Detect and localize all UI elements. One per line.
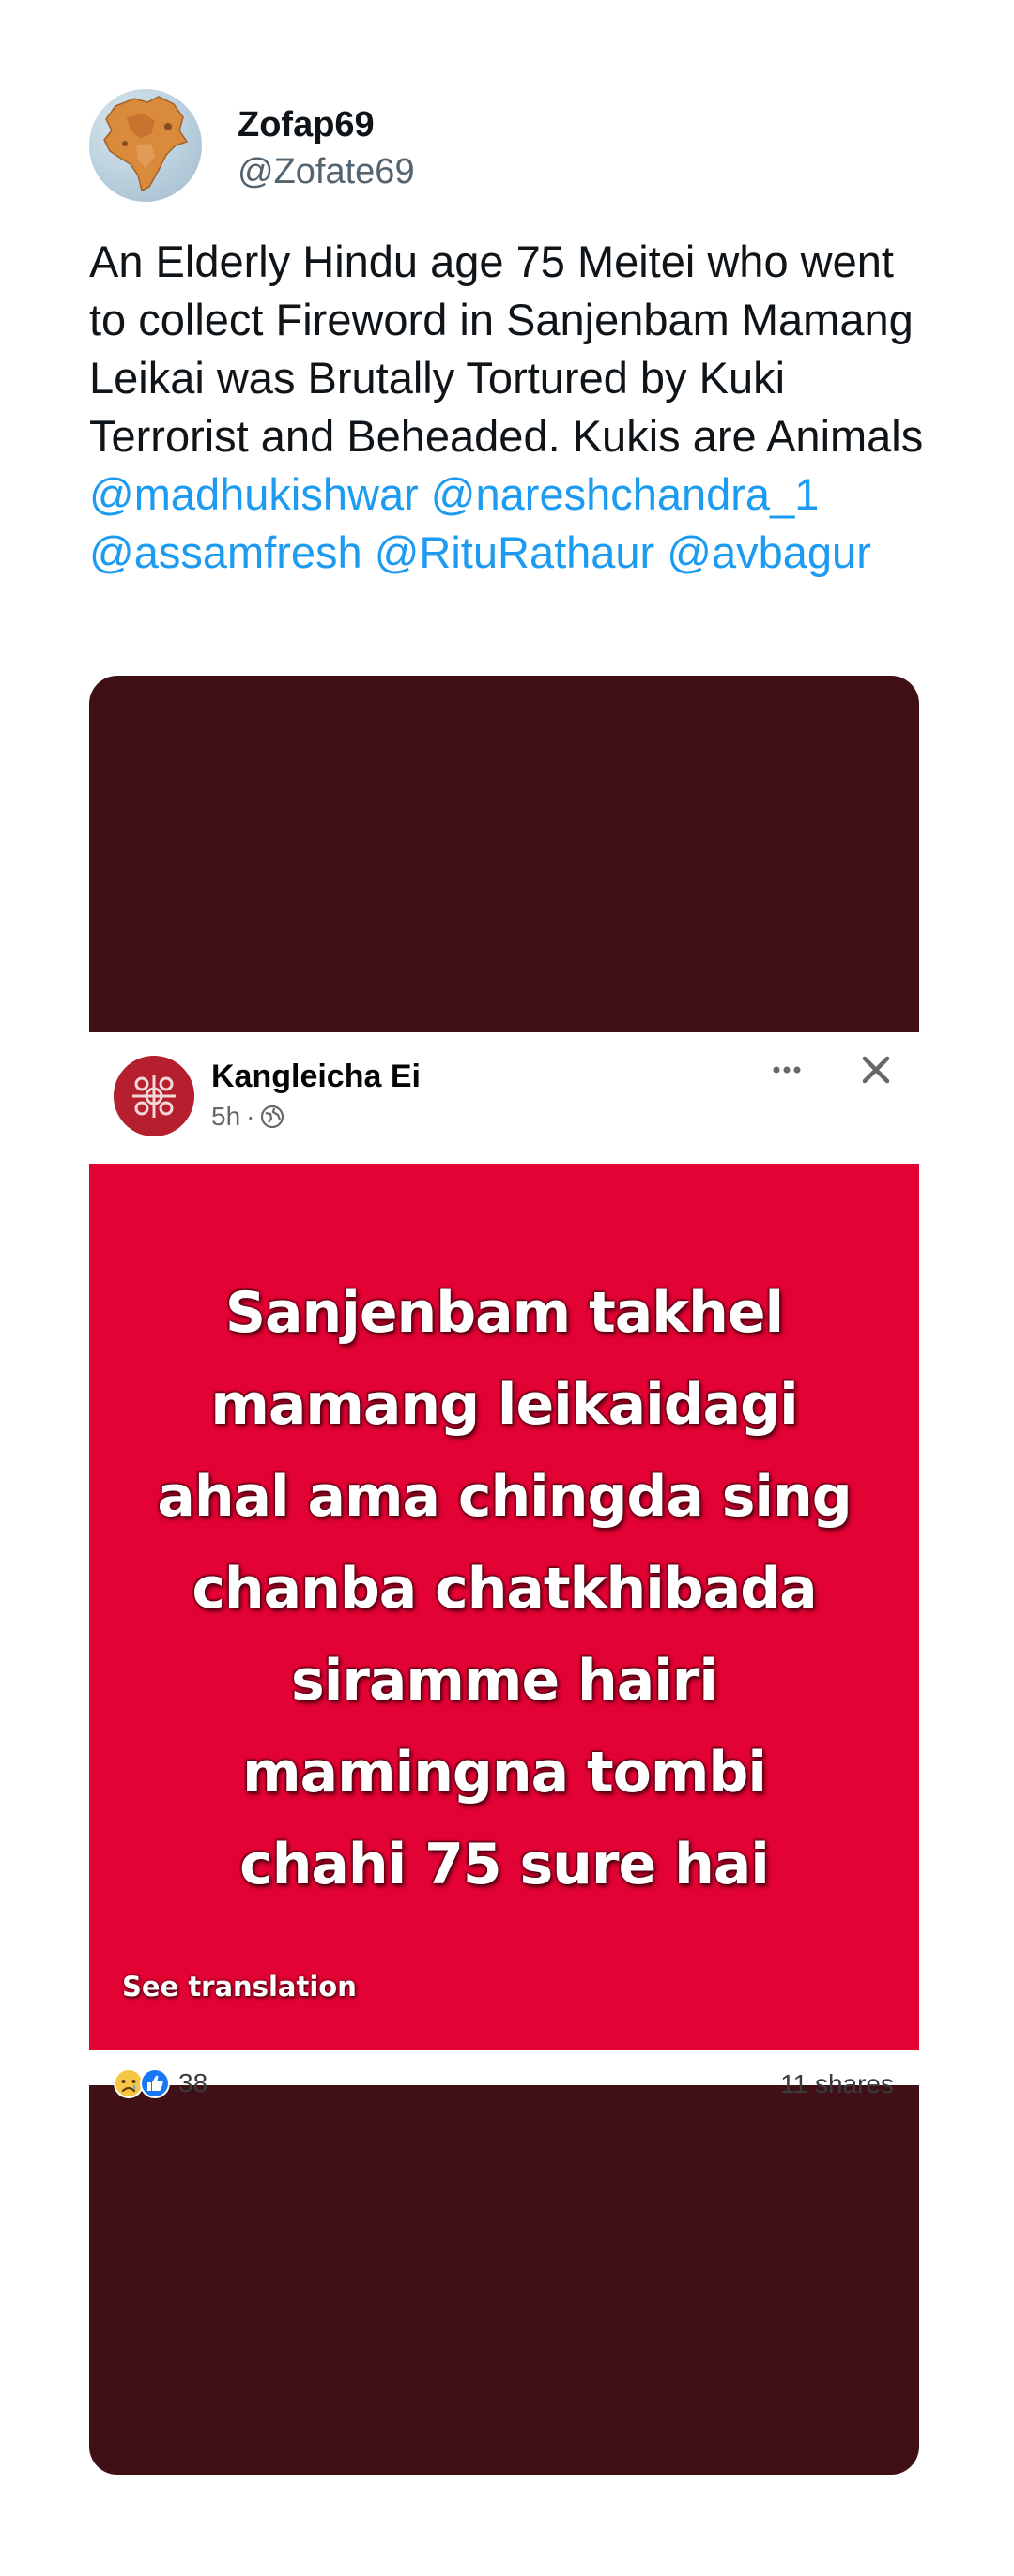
tweet-text: An Elderly Hindu age 75 Meitei who went … xyxy=(89,233,934,582)
post-image-text-line: mamang leikaidagi xyxy=(210,1372,798,1438)
name-block: Zofap69 @Zofate69 xyxy=(238,98,415,193)
more-dots-icon xyxy=(773,1066,801,1074)
page-logo-icon xyxy=(114,1056,194,1136)
post-image-text: Sanjenbam takhel mamang leikaidagi ahal … xyxy=(89,1267,919,1911)
post-time: 5h xyxy=(211,1102,241,1131)
post-image-text-line: chahi 75 sure hai xyxy=(239,1832,770,1898)
like-reaction-icon xyxy=(140,2068,170,2098)
mention-link[interactable]: @RituRathaur xyxy=(375,527,655,577)
close-icon xyxy=(862,1056,890,1084)
mention-link[interactable]: @avbagur xyxy=(667,527,871,577)
page-name: Kangleicha Ei xyxy=(211,1059,421,1094)
reactions: 38 xyxy=(113,2067,207,2099)
post-footer: 38 11 shares xyxy=(89,2050,919,2098)
tweet-media[interactable]: Kangleicha Ei 5h · Sanjenbam takhel mama… xyxy=(89,676,919,2475)
globe-icon xyxy=(261,1105,284,1129)
user-handle[interactable]: @Zofate69 xyxy=(238,150,415,193)
user-avatar[interactable] xyxy=(89,89,202,202)
post-image-text-line: ahal ama chingda sing xyxy=(157,1464,852,1530)
see-translation-link: See translation xyxy=(122,1971,357,2003)
post-meta: 5h · xyxy=(211,1102,284,1132)
display-name[interactable]: Zofap69 xyxy=(238,103,415,146)
post-image-text-line: siramme hairi xyxy=(291,1648,718,1714)
reaction-count: 38 xyxy=(178,2068,208,2097)
meta-separator: · xyxy=(246,1102,255,1131)
mention-link[interactable]: @madhukishwar xyxy=(89,469,419,519)
share-count: 11 shares xyxy=(780,2069,894,2098)
post-image: Sanjenbam takhel mamang leikaidagi ahal … xyxy=(89,1164,919,2050)
post-image-text-line: chanba chatkhibada xyxy=(192,1556,817,1622)
post-image-text-line: mamingna tombi xyxy=(242,1740,767,1806)
tweet-text-body: An Elderly Hindu age 75 Meitei who went … xyxy=(89,236,924,461)
page-avatar xyxy=(114,1056,194,1136)
tweet-header: Zofap69 @Zofate69 xyxy=(89,89,415,202)
india-map-avatar-icon xyxy=(103,96,189,192)
post-image-text-line: Sanjenbam takhel xyxy=(224,1280,784,1346)
mention-link[interactable]: @nareshchandra_1 xyxy=(431,469,820,519)
facebook-post-header: Kangleicha Ei 5h · xyxy=(89,1032,919,1161)
facebook-post-screenshot: Kangleicha Ei 5h · Sanjenbam takhel mama… xyxy=(89,1032,919,2098)
mention-link[interactable]: @assamfresh xyxy=(89,527,362,577)
